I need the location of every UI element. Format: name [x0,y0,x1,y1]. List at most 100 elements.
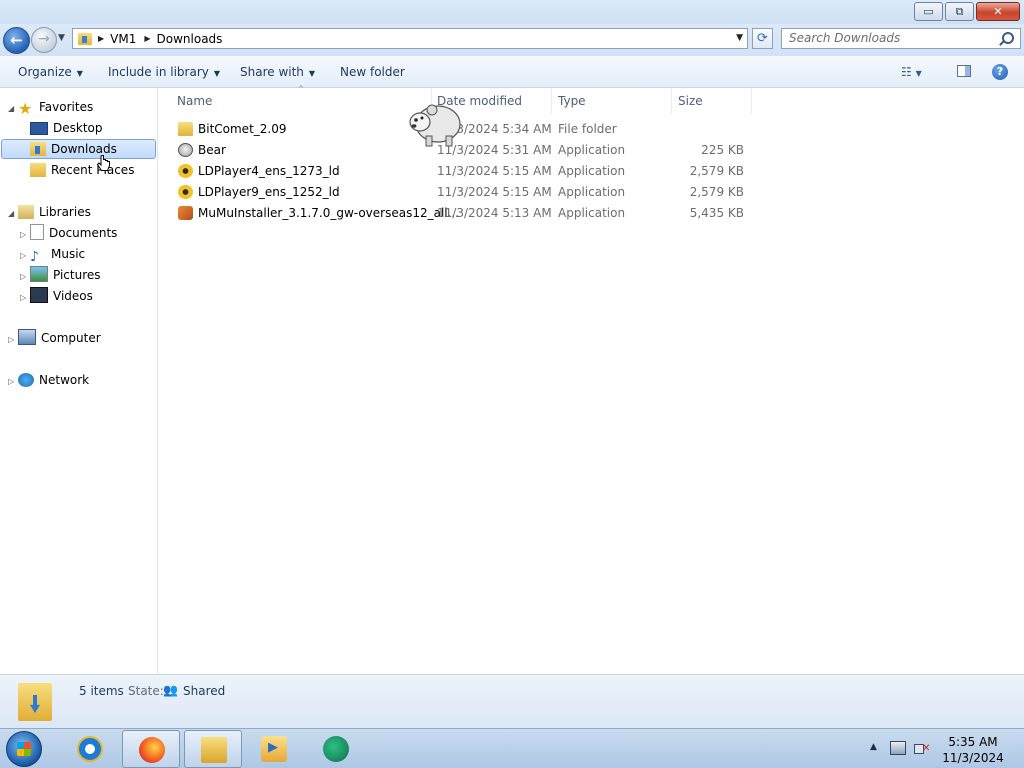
collapsed-arrow-icon[interactable]: ▷ [20,288,30,308]
close-button[interactable]: ✕ [976,2,1020,21]
file-date: 11/3/2024 5:15 AM [437,185,552,199]
items-count: 5 items [79,684,124,698]
documents-icon [30,224,44,240]
nav-videos[interactable]: ▷ Videos [20,286,93,306]
music-note-icon: ♪ [30,249,39,265]
column-divider[interactable] [551,88,552,114]
network-icon [18,373,34,387]
change-view-button[interactable]: ☷ ▼ [901,65,922,79]
back-button[interactable]: ← [3,27,30,54]
nav-documents[interactable]: ▷ Documents [20,223,117,243]
breadcrumb-chevron-icon[interactable]: ▶ [144,34,150,43]
media-player-icon [261,736,287,762]
clock-time: 5:35 AM [948,735,998,749]
refresh-button[interactable]: ⟳ [752,28,773,49]
nav-recent-places[interactable]: Recent Places [30,160,134,180]
collapsed-arrow-icon[interactable]: ▷ [8,330,18,350]
address-dropdown-icon[interactable]: ▼ [736,33,743,43]
windows-explorer-icon [201,737,227,763]
file-type: File folder [558,122,617,136]
start-button[interactable] [6,731,42,767]
nav-pictures-label: Pictures [53,268,101,282]
column-divider[interactable] [671,88,672,114]
nav-music[interactable]: ▷ ♪ Music [20,244,85,264]
nav-favorites-label: Favorites [39,100,94,114]
file-list: ^ Name Date modified Type Size BitComet_… [158,85,1024,674]
chevron-down-icon: ▼ [76,69,83,78]
organize-button[interactable]: Organize ▼ [18,65,83,79]
column-header-name[interactable]: Name [177,94,212,108]
column-divider[interactable] [751,88,752,114]
expanded-arrow-icon[interactable]: ◢ [8,204,18,224]
title-bar: ▭ ⧉ ✕ [0,0,1024,24]
firefox-icon [139,737,165,763]
restore-icon: ⧉ [955,4,964,18]
volume-muted-icon[interactable] [914,741,930,755]
nav-desktop[interactable]: Desktop [30,118,103,138]
nav-pictures[interactable]: ▷ Pictures [20,265,101,285]
taskbar-bitcomet[interactable] [307,730,365,768]
include-in-library-label: Include in library [108,65,209,79]
breadcrumb-chevron-icon[interactable]: ▶ [98,34,104,43]
recent-pages-dropdown[interactable]: ▼ [58,33,65,43]
collapsed-arrow-icon[interactable]: ▷ [8,372,18,392]
bitcomet-icon [323,736,349,762]
chevron-down-icon: ▼ [213,69,221,78]
state-label: State: [128,684,164,698]
taskbar-internet-explorer[interactable] [61,730,119,768]
file-row[interactable]: Bear 11/3/2024 5:31 AM Application 225 K… [176,140,756,160]
taskbar-media-player[interactable] [245,730,303,768]
nav-favorites[interactable]: ◢ ★ Favorites [8,97,93,117]
share-with-button[interactable]: Share with ▼ [240,65,315,79]
nav-documents-label: Documents [49,226,118,240]
show-hidden-icons-button[interactable]: ▲ [870,742,877,752]
chevron-down-icon: ▼ [915,69,922,78]
taskbar-firefox[interactable] [122,730,180,768]
minimize-icon: ▭ [923,5,934,18]
collapsed-arrow-icon[interactable]: ▷ [20,246,30,266]
file-name: Bear [198,143,226,157]
include-in-library-button[interactable]: Include in library ▼ [108,65,220,79]
collapsed-arrow-icon[interactable]: ▷ [20,225,30,245]
breadcrumb-vm1[interactable]: VM1 [110,32,136,46]
minimize-button[interactable]: ▭ [914,2,943,21]
back-arrow-icon: ← [10,31,23,49]
clock[interactable]: 5:35 AM 11/3/2024 [940,734,1006,766]
file-name: LDPlayer4_ens_1273_ld [198,164,340,178]
videos-icon [30,287,48,303]
file-row[interactable]: LDPlayer4_ens_1273_ld 11/3/2024 5:15 AM … [176,161,756,181]
file-size: 5,435 KB [689,206,744,220]
file-row[interactable]: LDPlayer9_ens_1252_ld 11/3/2024 5:15 AM … [176,182,756,202]
nav-libraries-label: Libraries [39,205,91,219]
file-row[interactable]: BitComet_2.09 11/3/2024 5:34 AM File fol… [176,119,756,139]
search-placeholder: Search Downloads [789,31,901,45]
file-type: Application [558,143,626,157]
column-header-size[interactable]: Size [678,94,703,108]
breadcrumb-downloads[interactable]: Downloads [157,32,223,46]
forward-arrow-icon: → [38,31,50,47]
maximize-button[interactable]: ⧉ [945,2,974,21]
nav-network[interactable]: ▷ Network [8,370,89,390]
file-row[interactable]: MuMuInstaller_3.1.7.0_gw-overseas12_all.… [176,203,756,223]
nav-libraries[interactable]: ◢ Libraries [8,202,91,222]
file-size: 2,579 KB [689,164,744,178]
expanded-arrow-icon[interactable]: ◢ [8,99,18,119]
address-row: ← → ▼ ▶ VM1 ▶ Downloads ▼ ⟳ Search Downl… [0,24,1024,56]
nav-computer[interactable]: ▷ Computer [8,328,101,348]
search-input[interactable]: Search Downloads [781,28,1021,49]
address-bar[interactable]: ▶ VM1 ▶ Downloads ▼ [72,28,748,49]
taskbar-windows-explorer[interactable] [184,730,242,768]
preview-pane-button[interactable] [957,65,971,77]
search-icon[interactable] [1002,32,1014,44]
help-button[interactable]: ? [992,64,1008,80]
star-icon: ★ [18,99,33,118]
action-center-flag-icon[interactable] [890,741,906,755]
downloads-folder-icon [78,32,92,45]
caption-buttons: ▭ ⧉ ✕ [914,2,1020,21]
column-header-type[interactable]: Type [558,94,586,108]
collapsed-arrow-icon[interactable]: ▷ [20,267,30,287]
desktop-bear-sprite[interactable] [408,102,464,148]
forward-button[interactable]: → [31,27,57,53]
new-folder-button[interactable]: New folder [340,65,405,79]
clock-date: 11/3/2024 [942,751,1004,765]
